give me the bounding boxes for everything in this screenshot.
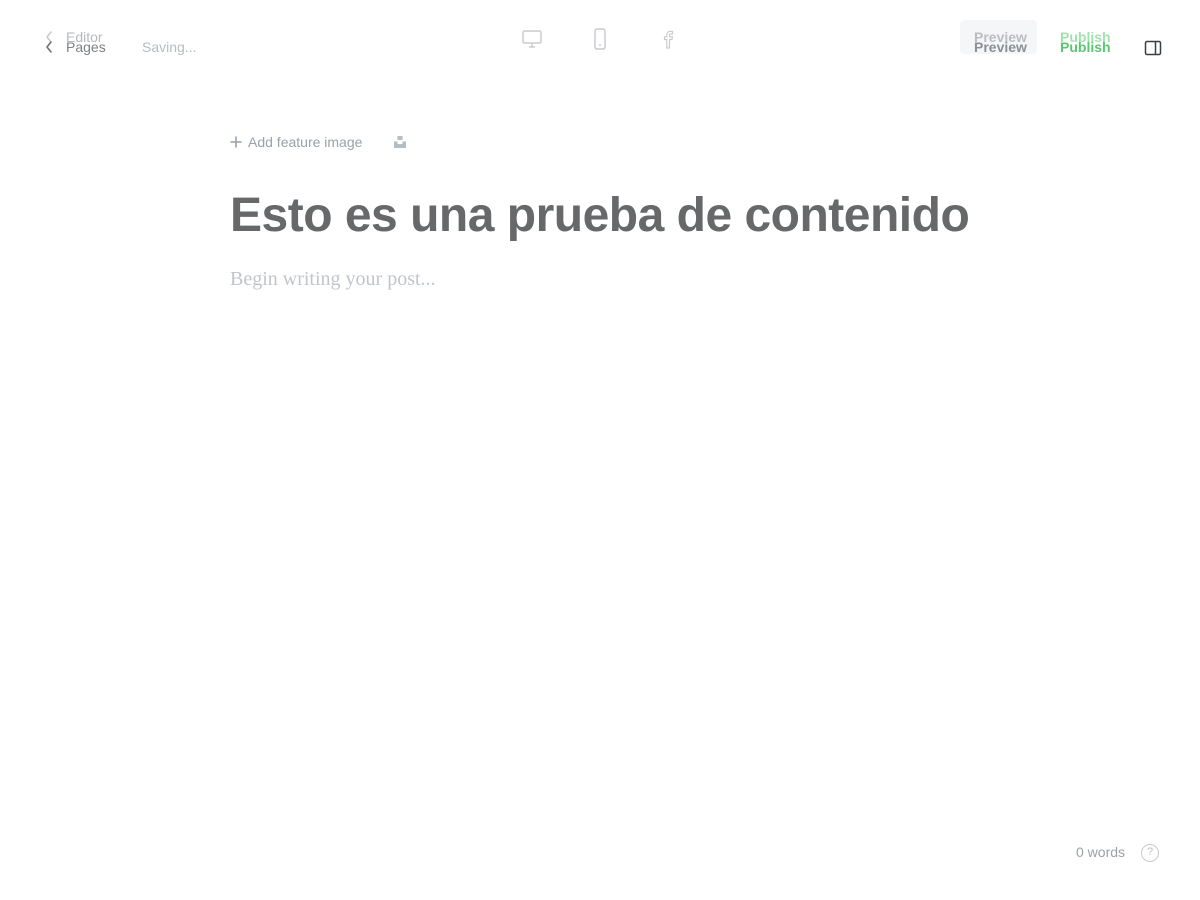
top-bar: Editor Pages Saving... Preview Preview P… — [0, 0, 1200, 80]
desktop-icon[interactable] — [520, 27, 544, 51]
save-status: Saving... — [142, 39, 197, 55]
add-feature-image-button[interactable]: Add feature image — [230, 134, 362, 150]
mobile-icon[interactable] — [588, 27, 612, 51]
facebook-icon[interactable] — [656, 27, 680, 51]
chevron-left-icon — [46, 41, 52, 53]
add-feature-image-label: Add feature image — [248, 134, 363, 150]
breadcrumb-label: Pages — [66, 39, 106, 55]
publish-button[interactable]: Publish — [1060, 39, 1111, 55]
sidebar-toggle-icon[interactable] — [1144, 40, 1162, 56]
unsplash-icon[interactable] — [393, 135, 407, 149]
editor-page: Editor Pages Saving... Preview Preview P… — [0, 0, 1200, 900]
plus-icon — [230, 136, 242, 148]
word-count: 0 words — [1076, 844, 1126, 860]
post-body-editor[interactable]: Begin writing your post... — [230, 268, 436, 291]
help-icon[interactable]: ? — [1141, 844, 1159, 862]
preview-label[interactable]: Preview — [974, 39, 1027, 55]
back-to-pages-link[interactable]: Pages — [44, 39, 106, 55]
post-title[interactable]: Esto es una prueba de contenido — [230, 188, 1130, 243]
